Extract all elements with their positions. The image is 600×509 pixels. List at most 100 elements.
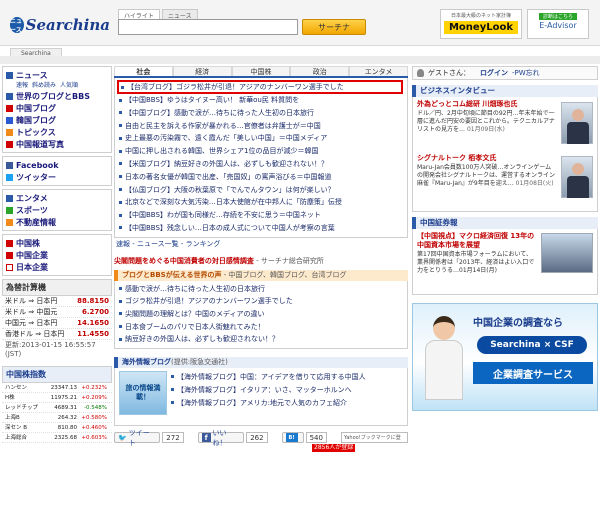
nav-twitter[interactable]: ツイッター xyxy=(6,171,108,183)
nav-stock-box: 中国株 中国企業 日本企業 xyxy=(2,234,112,276)
nav-china-photos[interactable]: 中国報道写真 xyxy=(6,138,108,150)
index-name: H株 xyxy=(5,395,15,401)
login-link[interactable]: ログイン xyxy=(480,66,508,80)
tab-politics[interactable]: 政治 xyxy=(290,66,350,76)
interview-photo xyxy=(561,102,593,144)
news-item[interactable]: 中国に押し出される韓国、世界シェア1位の品目が減少＝韓国 xyxy=(119,145,403,158)
index-row[interactable]: 上海総合 2325.68 +0.603% xyxy=(2,433,112,443)
nav-korea-blog[interactable]: 韓国ブログ xyxy=(6,114,108,126)
news-item[interactable]: 自由と民主を訴える作家が暴かれる…官僚者は弁護士が＝中国 xyxy=(119,120,403,133)
index-row[interactable]: レッドチップ 4689.31 -0.548% xyxy=(2,403,112,413)
hatena-button[interactable]: B! xyxy=(281,432,304,444)
index-row[interactable]: 上海B 264.32 +0.580% xyxy=(2,413,112,423)
news-item[interactable]: 日本の著名女優が韓国で出産、「売国奴」の罵声浴びる＝中国報道 xyxy=(119,171,403,184)
searchina-logo[interactable]: ニュース Searchina xyxy=(10,14,110,36)
blog-item-text: 尖閣問題の理解とは？中国のメディアの違い xyxy=(125,309,265,318)
index-row[interactable]: H株 11975.21 +0.209% xyxy=(2,393,112,403)
nav-facebook[interactable]: Facebook xyxy=(6,159,108,171)
news-item[interactable]: 【中国BBS】わが国も同様だ…存続を不安に思う＝中国ネット xyxy=(119,209,403,222)
kaigai-header-title: 海外情報ブログ xyxy=(122,357,171,366)
nav-entame[interactable]: エンタメ xyxy=(6,192,108,204)
tab-society[interactable]: 社会 xyxy=(114,66,173,76)
news-links[interactable]: 速報 - ニュース一覧 - ランキング xyxy=(114,238,408,251)
news-item[interactable]: 【中国BBS】残念しい…日本の成人式について中国人が考察の言葉 xyxy=(119,222,403,235)
search-button[interactable]: サーチナ xyxy=(302,19,366,35)
interview-item[interactable]: シグナルトーク 栢孝文氏 Maru-Jan会員数100万人突破…オンラインゲーム… xyxy=(417,154,593,206)
hatena-icon: B! xyxy=(285,433,298,443)
news-item[interactable]: 【米国ブログ】納豆好きの外国人は、必ずしも歓迎されない！？ xyxy=(119,158,403,171)
fx-row[interactable]: 中国元 ⇒ 日本円 14.1650 xyxy=(2,318,112,329)
news-item[interactable]: 【仏国ブログ】大阪の秋葉原で「でんでんタウン」は何が楽しい？ xyxy=(119,184,403,197)
tab-entertainment[interactable]: エンタメ xyxy=(349,66,408,76)
news-item-text: 【米国ブログ】納豆好きの外国人は、必ずしも歓迎されない！？ xyxy=(125,159,328,168)
news-item[interactable]: 北京などで深刻な大気汚染…日本大使館が在中邦人に「防塵策」伝授 xyxy=(119,196,403,209)
nav-realestate[interactable]: 不動産情報 xyxy=(6,216,108,228)
blog-item[interactable]: 日本食ブームのパリで日本人街魅れてみた！ xyxy=(119,321,403,334)
news-item[interactable]: 史上最悪の汚染霧で、遠く霞んだ「美しい中国」＝中国メディア xyxy=(119,132,403,145)
nav-china-stock[interactable]: 中国株 xyxy=(6,237,108,249)
nav-china-company[interactable]: 中国企業 xyxy=(6,249,108,261)
kaigai-box: 旅の情報満載！ 【海外情報ブログ】中国：アイデアを借りて応用する中国人 【海外情報… xyxy=(114,367,408,426)
ad-eadvisor[interactable]: 診断はこちら E-Advisor xyxy=(527,9,589,39)
yahoo-bookmark-button[interactable]: Yahoo!ブックマークに登録 xyxy=(340,432,408,451)
sub-bar xyxy=(0,56,600,64)
ad-moneylook[interactable]: 日本最大級のネット家計簿 MoneyLook xyxy=(440,9,522,39)
highlighted-news-item[interactable]: 【台湾ブログ】ゴジラ松井が引退！アジアのナンバーワン選手でした xyxy=(117,80,403,94)
survey-link[interactable]: 尖閣問題をめぐる中国消費者の対日感情調査 - サーチナ総合研究所 xyxy=(114,255,408,267)
house-icon xyxy=(6,218,13,226)
nav-news[interactable]: ニュース xyxy=(6,69,108,81)
index-row[interactable]: 深セン B 810.80 +0.460% xyxy=(2,423,112,433)
china-index-title[interactable]: 中国株指数 xyxy=(2,366,112,383)
twitter-icon xyxy=(6,173,13,181)
blog-item[interactable]: 尖閣問題の理解とは？中国のメディアの違い xyxy=(119,308,403,321)
index-row[interactable]: ハンセン 23347.13 +0.232% xyxy=(2,383,112,393)
facebook-like-button[interactable]: f いいね！ xyxy=(197,429,245,447)
nav-sub-naname[interactable]: 斜め読み xyxy=(32,82,56,89)
index-value: 810.80 xyxy=(57,425,77,431)
news-item-text: 【中国ブログ】感動で涙が…待ちに待った人生初の日本旅行 xyxy=(125,108,314,117)
news-item[interactable]: 【中国BBS】ゆうはタイヌー高い！ 新華ou民 料質問を xyxy=(119,94,403,107)
news-item-text: 【中国BBS】わが国も同様だ…存続を不安に思う＝中国ネット xyxy=(125,211,321,220)
bookmark-users-count: 2856人が登録 xyxy=(312,443,356,452)
password-forgot-link[interactable]: -PW忘れ xyxy=(512,66,540,80)
tabi-banner[interactable]: 旅の情報満載！ xyxy=(119,370,167,415)
nav-label: 中国報道写真 xyxy=(16,139,64,149)
nav-world-blog[interactable]: 世界のブログとBBS xyxy=(6,90,108,102)
nav-sub-ninki[interactable]: 人気順 xyxy=(60,82,78,89)
nav-china-blog[interactable]: 中国ブログ xyxy=(6,102,108,114)
kaigai-section-header: 海外情報ブログ(提供:阪急交通社) xyxy=(114,356,408,368)
news-item-text: 【仏国ブログ】大阪の秋葉原で「でんでんタウン」は何が楽しい？ xyxy=(125,185,335,194)
fx-row[interactable]: 米ドル ⇒ 中国元 6.2700 xyxy=(2,307,112,318)
fx-row[interactable]: 米ドル ⇒ 日本円 88.8150 xyxy=(2,296,112,307)
security-news-title: 【中国視点】マクロ経済回復 13年の中国資本市場を展望 xyxy=(417,232,535,249)
nav-sports[interactable]: スポーツ xyxy=(6,204,108,216)
nav-label: 日本企業 xyxy=(16,262,48,272)
company-research-banner[interactable]: 中国企業の調査なら Searchina × CSF 企業調査サービス xyxy=(412,303,598,411)
search-input[interactable] xyxy=(118,19,298,35)
blog-item[interactable]: 納豆好きの外国人は、必ずしも歓迎されない！？ xyxy=(119,333,403,346)
news-item[interactable]: 【中国ブログ】感動で涙が…待ちに待った人生初の日本旅行 xyxy=(119,107,403,120)
nav-label: 世界のブログとBBS xyxy=(16,91,90,101)
kaigai-item[interactable]: 【海外情報ブログ】イタリア：いさ、マッターホルンへ xyxy=(171,384,366,397)
tab-china-stock[interactable]: 中国株 xyxy=(231,66,291,76)
tab-economy[interactable]: 経済 xyxy=(172,66,232,76)
interview-photo xyxy=(561,156,593,198)
nav-japan-company[interactable]: 日本企業 xyxy=(6,261,108,273)
news-item-text: 自由と民主を訴える作家が暴かれる…官僚者は弁護士が＝中国 xyxy=(125,121,321,130)
blog-item[interactable]: 感動で涙が…待ちに待った人生初の日本旅行 xyxy=(119,283,403,296)
tweet-count: 272 xyxy=(162,432,184,444)
blog-item[interactable]: ゴジラ松井が引退！アジアのナンバーワン選手でした xyxy=(119,295,403,308)
nav-topics[interactable]: トピックス xyxy=(6,126,108,138)
tweet-button[interactable]: 🐦 ツイート xyxy=(114,429,161,447)
kaigai-item[interactable]: 【海外情報ブログ】アメリカ:地元で人気のカフェ紹介 xyxy=(171,397,366,410)
guest-bar: ゲストさん： ログイン -PW忘れ xyxy=(412,66,598,80)
kaigai-item[interactable]: 【海外情報ブログ】中国：アイデアを借りて応用する中国人 xyxy=(171,371,366,384)
security-news-item[interactable]: 【中国視点】マクロ経済回復 13年の中国資本市場を展望 第17回中国資本市場フォ… xyxy=(412,229,598,295)
bullet-icon xyxy=(119,287,122,291)
interview-date: 01月09日(水) xyxy=(466,126,505,133)
fx-row[interactable]: 香港ドル ⇒ 日本円 11.4550 xyxy=(2,329,112,340)
interview-item[interactable]: 外為どっとコム総研 川畑琢也氏 ドル／円、2月中旬頃に節目の92円…年末年始で一… xyxy=(417,100,593,152)
news-item-text: 日本の著名女優が韓国で出産、「売国奴」の罵声浴びる＝中国報道 xyxy=(125,172,332,181)
bullet-icon xyxy=(119,162,122,166)
nav-sub-sokuho[interactable]: 速報 xyxy=(16,82,28,89)
